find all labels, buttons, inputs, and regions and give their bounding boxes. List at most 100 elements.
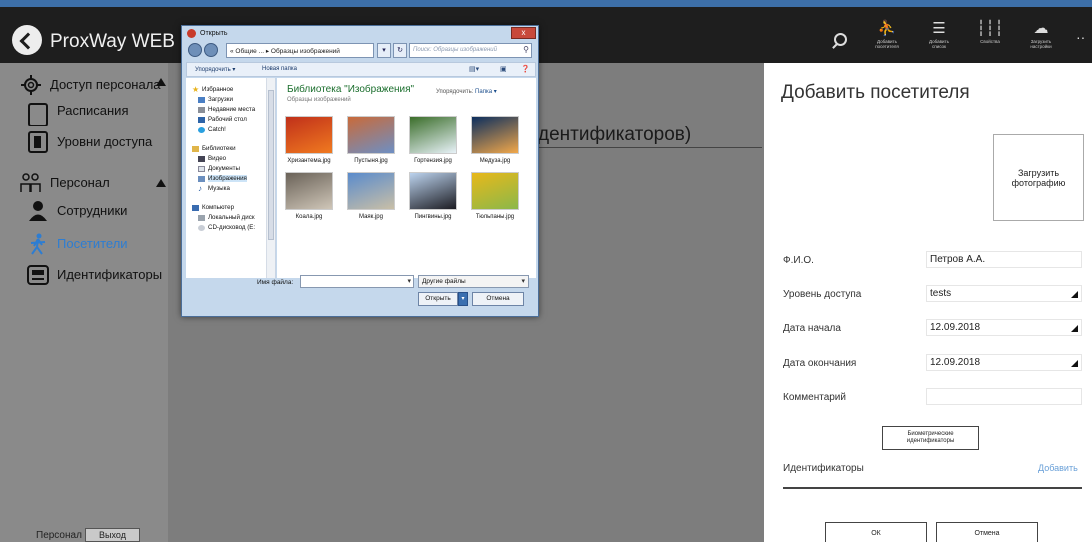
access-level-select[interactable]: tests [926,285,1082,302]
comment-label: Комментарий [783,392,846,403]
upload-photo-button[interactable]: Загрузить фотографию [993,134,1084,221]
address-bar[interactable]: « Общие ... ▸ Образцы изображений [226,43,374,58]
nav-item-libraries[interactable]: Библиотеки [192,145,236,152]
sort-label: Упорядочить: [436,89,474,95]
dialog-toolbar: Упорядочить ▾ Новая папка ▤▾ ▣ ❓ [186,62,536,77]
sort-control[interactable]: Упорядочить: Папка ▾ [436,88,497,95]
start-date-field[interactable]: 12.09.2018 [926,319,1082,336]
help-icon[interactable]: ❓ [521,65,530,73]
nav-item-music[interactable]: ♪ Музыка [198,184,230,193]
address-dropdown-icon[interactable]: ▾ [377,43,391,58]
properties-label: Свойства [980,39,1000,44]
file-thumbnail-6[interactable] [409,172,457,210]
sidebar-group-staff-label: Персонал [50,175,110,190]
nav-item-downloads[interactable]: Загрузки [198,96,233,103]
nav-label: Избранное [202,86,234,93]
fio-value: Петров А.А. [930,254,986,265]
nav-label: Рабочий стол [208,116,247,123]
libraries-icon [192,146,199,152]
app-title: ProxWay WEB [50,31,175,52]
file-thumbnail-3[interactable] [471,116,519,154]
add-visitor-label: Добавить посетителя [875,39,899,49]
end-date-field[interactable]: 12.09.2018 [926,354,1082,371]
dialog-cancel-button[interactable]: Отмена [472,292,524,306]
file-name-2: Гортензия.jpg [414,158,452,164]
collapse-arrow-icon[interactable] [156,179,166,187]
comment-field[interactable] [926,388,1082,405]
new-folder-button[interactable]: Новая папка [262,66,297,72]
open-options-arrow-icon[interactable]: ▾ [458,292,468,306]
file-thumbnail-7[interactable] [471,172,519,210]
file-name-3: Медуза.jpg [479,158,511,164]
scroll-thumb[interactable] [268,90,274,240]
file-thumbnail-2[interactable] [409,116,457,154]
dialog-close-button[interactable]: x [511,27,536,39]
nav-item-desktop[interactable]: Рабочий стол [198,116,247,123]
biometric-identifiers-button[interactable]: Биометрические идентификаторы [882,426,979,450]
desktop-icon [198,117,205,123]
nav-label: Документы [208,165,240,172]
nav-item-favorites[interactable]: ★ Избранное [192,85,234,94]
preview-pane-icon[interactable]: ▣ [500,65,507,73]
navigation-scrollbar[interactable] [266,78,275,278]
add-visitor-panel: Добавить посетителя Загрузить фотографию… [764,63,1092,542]
images-icon [198,176,205,182]
end-date-value: 12.09.2018 [930,357,981,368]
search-icon[interactable] [834,33,847,46]
view-mode-icon[interactable]: ▤▾ [469,65,479,73]
more-menu-button[interactable]: ·· [1076,29,1085,45]
nav-item-computer[interactable]: Компьютер [192,204,234,211]
add-list-action[interactable]: ☰ Добавить список [922,19,956,49]
properties-action[interactable]: ┆┆┆ Свойства [973,19,1007,44]
upload-settings-action[interactable]: ☁ Загрузить настройки [1024,19,1058,49]
nav-label: Недавние места [208,106,256,113]
exit-button[interactable]: Выход [85,528,140,542]
nav-label: Библиотеки [202,145,236,152]
add-identifier-link[interactable]: Добавить [1038,463,1078,473]
nav-item-video[interactable]: Видео [198,155,226,162]
nav-item-catch[interactable]: Catch! [198,126,226,133]
dialog-search-placeholder: Поиск: Образцы изображений [413,47,497,53]
nav-back-icon[interactable] [188,43,202,57]
sidebar-item-visitors-label: Посетители [57,236,128,251]
nav-item-images[interactable]: Изображения [198,175,247,182]
fio-field[interactable]: Петров А.А. [926,251,1082,268]
cancel-button[interactable]: Отмена [936,522,1038,542]
calendar-icon [28,103,48,126]
add-visitor-action[interactable]: ⛹ Добавить посетителя [870,19,904,49]
nav-item-local-disk[interactable]: Локальный диск [198,214,255,221]
sidebar-item-employees-label: Сотрудники [57,203,128,218]
file-type-select[interactable]: Другие файлы [418,275,529,288]
nav-item-cd-drive[interactable]: CD-дисковод (E: [198,224,255,231]
sidebar-item-identifiers-label: Идентификаторы [57,267,163,282]
nav-forward-icon[interactable] [204,43,218,57]
end-date-label: Дата окончания [783,358,857,369]
back-button[interactable] [12,25,42,55]
upload-settings-icon: ☁ [1033,20,1049,37]
dropdown-arrow-icon [1071,325,1078,332]
ok-button[interactable]: ОК [825,522,927,542]
file-thumbnail-5[interactable] [347,172,395,210]
computer-icon [192,205,199,211]
file-name-input[interactable] [300,275,414,288]
file-thumbnail-1[interactable] [347,116,395,154]
nav-label: Локальный диск [208,214,255,221]
file-thumbnail-0[interactable] [285,116,333,154]
open-file-dialog: Открыть x « Общие ... ▸ Образцы изображе… [181,25,539,317]
file-thumbnail-4[interactable] [285,172,333,210]
collapse-arrow-icon[interactable] [156,78,166,86]
file-name-6: Пингвины.jpg [414,214,452,220]
dialog-search-input[interactable]: Поиск: Образцы изображений [409,43,532,58]
open-button[interactable]: Открыть [418,292,458,306]
library-subtitle: Образцы изображений [287,97,351,103]
nav-item-documents[interactable]: Документы [198,165,240,172]
identifiers-divider [783,487,1082,489]
employee-icon [29,201,47,221]
file-name-label: Имя файла: [257,279,294,286]
door-icon [28,131,48,153]
video-icon [198,156,205,162]
organize-button[interactable]: Упорядочить ▾ [195,66,235,73]
disk-icon [198,215,205,221]
refresh-icon[interactable]: ↻ [393,43,407,58]
nav-item-recent[interactable]: Недавние места [198,106,256,113]
